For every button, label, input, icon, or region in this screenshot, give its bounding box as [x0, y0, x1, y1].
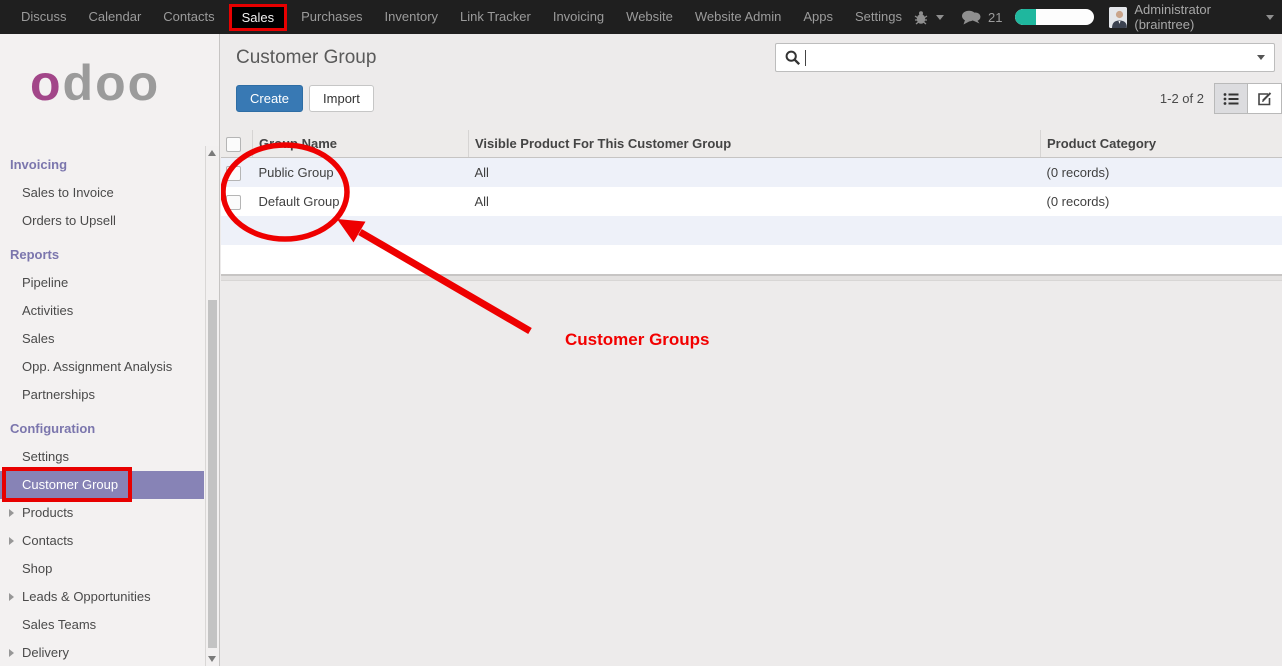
- search-icon: [785, 50, 801, 66]
- expand-arrow-icon[interactable]: [9, 537, 14, 545]
- annotation-overlay: [221, 34, 1282, 666]
- row-checkbox[interactable]: [226, 166, 241, 181]
- column-product-category[interactable]: Product Category: [1041, 130, 1282, 158]
- menu-purchases[interactable]: Purchases: [290, 0, 373, 34]
- select-all-checkbox[interactable]: [226, 137, 241, 152]
- sidebar-item-settings[interactable]: Settings: [0, 443, 204, 471]
- scroll-down-arrow-icon[interactable]: [208, 656, 216, 662]
- bug-menu-caret-icon[interactable]: [936, 15, 944, 20]
- pager-range: 1-2 of 2: [1160, 91, 1204, 106]
- sidebar-item-products[interactable]: Products: [0, 499, 204, 527]
- menu-website[interactable]: Website: [615, 0, 684, 34]
- list-icon: [1223, 92, 1239, 106]
- messages-icon[interactable]: [961, 10, 981, 25]
- sidebar-item-delivery[interactable]: Delivery: [0, 639, 204, 666]
- select-all-header[interactable]: [221, 130, 253, 158]
- scroll-up-arrow-icon[interactable]: [208, 150, 216, 156]
- search-dropdown-caret-icon[interactable]: [1257, 55, 1265, 60]
- menu-contacts[interactable]: Contacts: [152, 0, 225, 34]
- bug-icon[interactable]: [913, 10, 929, 25]
- sidebar-item-opp-assignment-analysis[interactable]: Opp. Assignment Analysis: [0, 353, 204, 381]
- expand-arrow-icon[interactable]: [9, 649, 14, 657]
- menu-discuss[interactable]: Discuss: [10, 0, 78, 34]
- sidebar-item-pipeline[interactable]: Pipeline: [0, 269, 204, 297]
- menu-settings[interactable]: Settings: [844, 0, 913, 34]
- section-configuration: Configuration: [0, 409, 219, 443]
- sidebar-scrollbar[interactable]: [205, 146, 219, 666]
- expand-arrow-icon[interactable]: [9, 593, 14, 601]
- menu-invoicing[interactable]: Invoicing: [542, 0, 615, 34]
- annotation-label: Customer Groups: [565, 330, 710, 350]
- sidebar-item-sales-teams[interactable]: Sales Teams: [0, 611, 204, 639]
- sidebar-item-shop[interactable]: Shop: [0, 555, 204, 583]
- row-checkbox[interactable]: [226, 195, 241, 210]
- sidebar-item-orders-to-upsell[interactable]: Orders to Upsell: [0, 207, 204, 235]
- sidebar-item-activities[interactable]: Activities: [0, 297, 204, 325]
- cell-product-category[interactable]: (0 records): [1041, 187, 1282, 216]
- sidebar-item-delivery-label: Delivery: [22, 645, 69, 660]
- create-button[interactable]: Create: [236, 85, 303, 112]
- table-bottom-border: [221, 274, 1282, 281]
- sidebar: odoo Invoicing Sales to Invoice Orders t…: [0, 34, 220, 666]
- sidebar-item-sales-to-invoice[interactable]: Sales to Invoice: [0, 179, 204, 207]
- form-view-button[interactable]: [1248, 83, 1282, 114]
- cell-group-name[interactable]: Public Group: [253, 158, 469, 188]
- main-content: Customer Group Create Import: [221, 34, 1282, 666]
- sidebar-item-customer-group[interactable]: Customer Group: [0, 471, 204, 499]
- progress-fill: [1015, 9, 1036, 25]
- sidebar-item-contacts-label: Contacts: [22, 533, 73, 548]
- user-menu[interactable]: Administrator (braintree): [1134, 2, 1259, 32]
- table-row-default-group[interactable]: Default Group All (0 records): [221, 187, 1282, 216]
- edit-icon: [1257, 91, 1273, 106]
- menu-inventory[interactable]: Inventory: [374, 0, 449, 34]
- logo-first-letter: o: [30, 55, 63, 111]
- sidebar-item-sales[interactable]: Sales: [0, 325, 204, 353]
- topbar-right: 21 Administrator (braintree): [913, 2, 1282, 32]
- list-view-button[interactable]: [1214, 83, 1248, 114]
- menu-apps[interactable]: Apps: [792, 0, 844, 34]
- search-input[interactable]: [806, 49, 1257, 67]
- customer-group-table: Group Name Visible Product For This Cust…: [221, 130, 1282, 274]
- control-panel: Customer Group Create Import: [221, 34, 1282, 114]
- page-title: Customer Group: [236, 47, 376, 69]
- table-filler-row: [221, 245, 1282, 274]
- table-header-row: Group Name Visible Product For This Cust…: [221, 130, 1282, 158]
- expand-arrow-icon[interactable]: [9, 509, 14, 517]
- message-count[interactable]: 21: [988, 10, 1002, 25]
- section-invoicing: Invoicing: [0, 145, 219, 179]
- cell-visible-product[interactable]: All: [469, 158, 1041, 188]
- menu-link-tracker[interactable]: Link Tracker: [449, 0, 542, 34]
- sidebar-item-leads-opportunities[interactable]: Leads & Opportunities: [0, 583, 204, 611]
- section-reports: Reports: [0, 235, 219, 269]
- scrollbar-thumb[interactable]: [208, 300, 217, 648]
- sidebar-menu: Invoicing Sales to Invoice Orders to Ups…: [0, 145, 219, 666]
- search-box[interactable]: [775, 43, 1275, 72]
- column-group-name[interactable]: Group Name: [253, 130, 469, 158]
- column-visible-product[interactable]: Visible Product For This Customer Group: [469, 130, 1041, 158]
- user-menu-caret-icon[interactable]: [1266, 15, 1274, 20]
- odoo-logo[interactable]: odoo: [0, 34, 219, 145]
- sidebar-item-customer-group-label: Customer Group: [22, 477, 118, 492]
- menu-calendar[interactable]: Calendar: [78, 0, 153, 34]
- topbar: Discuss Calendar Contacts Sales Purchase…: [0, 0, 1282, 34]
- menu-sales[interactable]: Sales: [229, 4, 288, 31]
- progress-pill[interactable]: [1015, 9, 1093, 25]
- odoo-app-window: Discuss Calendar Contacts Sales Purchase…: [0, 0, 1282, 666]
- sidebar-item-products-label: Products: [22, 505, 73, 520]
- logo-rest: doo: [63, 55, 161, 111]
- sidebar-item-leads-label: Leads & Opportunities: [22, 589, 151, 604]
- import-button[interactable]: Import: [309, 85, 374, 112]
- view-switcher: [1214, 83, 1282, 114]
- sidebar-item-contacts[interactable]: Contacts: [0, 527, 204, 555]
- user-avatar[interactable]: [1109, 7, 1128, 28]
- sidebar-item-partnerships[interactable]: Partnerships: [0, 381, 204, 409]
- cell-product-category[interactable]: (0 records): [1041, 158, 1282, 188]
- table-row-public-group[interactable]: Public Group All (0 records): [221, 158, 1282, 188]
- table-filler-row: [221, 216, 1282, 245]
- cell-group-name[interactable]: Default Group: [253, 187, 469, 216]
- cell-visible-product[interactable]: All: [469, 187, 1041, 216]
- menu-website-admin[interactable]: Website Admin: [684, 0, 792, 34]
